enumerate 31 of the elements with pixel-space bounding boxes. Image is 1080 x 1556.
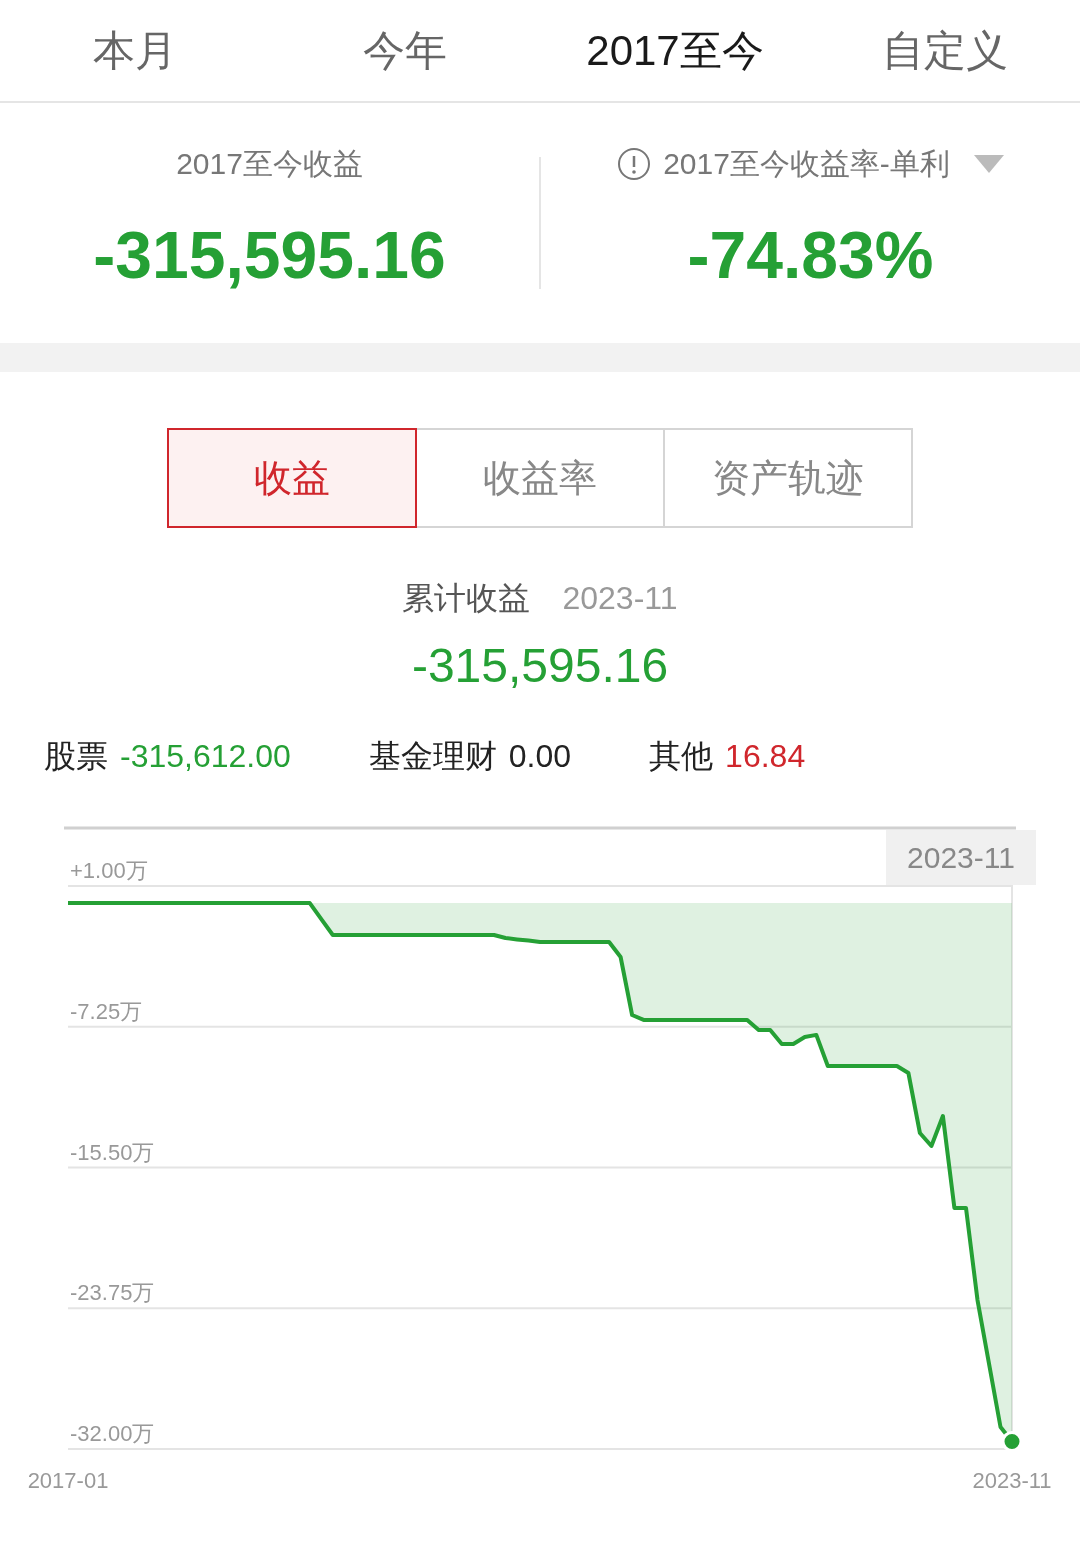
y-axis-label: +1.00万	[70, 858, 148, 883]
x-axis-label: 2017-01	[27, 1468, 109, 1493]
cumulative-value: -315,595.16	[411, 638, 669, 694]
y-axis-label: -32.00万	[70, 1421, 155, 1446]
view-tab[interactable]: 资产轨迹	[663, 428, 913, 528]
view-tab[interactable]: 收益	[167, 428, 417, 528]
info-icon[interactable]	[617, 146, 652, 181]
cumulative-label: 累计收益	[402, 579, 531, 618]
period-tab[interactable]: 今年	[270, 19, 540, 82]
dropdown-caret-icon[interactable]	[973, 154, 1004, 173]
period-tab[interactable]: 本月	[0, 19, 270, 82]
end-point[interactable]	[1001, 1431, 1023, 1452]
breakdown-value: 0.00	[508, 737, 572, 776]
period-tab[interactable]: 2017至今	[540, 19, 810, 82]
breakdown-value: -315,612.00	[120, 737, 291, 776]
breakdown-label: 其他	[649, 737, 714, 776]
rate-value: -74.83%	[687, 217, 934, 294]
rate-label: 2017至今收益率-单利	[663, 146, 950, 182]
x-axis-label: 2023-11	[972, 1468, 1052, 1493]
breakdown-label: 基金理财	[368, 737, 497, 776]
profit-label: 2017至今收益	[176, 146, 363, 182]
y-axis-label: -7.25万	[70, 998, 143, 1024]
tooltip: 2023-11	[886, 830, 1036, 885]
breakdown-label: 股票	[44, 737, 108, 776]
y-axis-label: -23.75万	[70, 1280, 155, 1306]
y-axis-label: -15.50万	[70, 1139, 155, 1165]
breakdown-value: 16.84	[725, 737, 806, 776]
view-tab[interactable]: 收益率	[415, 428, 665, 528]
cumulative-date: 2023-11	[562, 579, 678, 618]
period-tab[interactable]: 自定义	[810, 19, 1080, 82]
profit-value: -315,595.16	[93, 217, 446, 294]
